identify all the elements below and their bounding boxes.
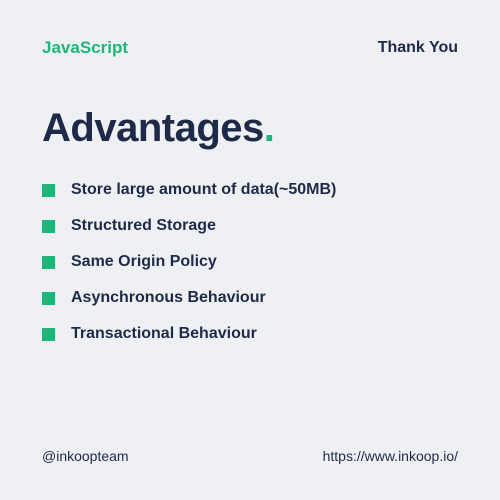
social-handle: @inkoopteam xyxy=(42,448,129,464)
square-bullet-icon xyxy=(42,256,55,269)
list-item-text: Asynchronous Behaviour xyxy=(71,289,266,307)
header: JavaScript Thank You xyxy=(42,38,458,58)
square-bullet-icon xyxy=(42,184,55,197)
list-item-text: Transactional Behaviour xyxy=(71,325,257,343)
list-item: Asynchronous Behaviour xyxy=(42,289,458,307)
list-item-text: Structured Storage xyxy=(71,217,216,235)
list-item-text: Store large amount of data(~50MB) xyxy=(71,181,336,199)
thanks-label: Thank You xyxy=(378,39,458,57)
list-item: Structured Storage xyxy=(42,217,458,235)
square-bullet-icon xyxy=(42,292,55,305)
footer: @inkoopteam https://www.inkoop.io/ xyxy=(42,448,458,464)
title-accent-dot: . xyxy=(264,106,275,150)
list-item: Same Origin Policy xyxy=(42,253,458,271)
square-bullet-icon xyxy=(42,220,55,233)
advantages-list: Store large amount of data(~50MB) Struct… xyxy=(42,181,458,343)
list-item: Store large amount of data(~50MB) xyxy=(42,181,458,199)
list-item-text: Same Origin Policy xyxy=(71,253,217,271)
title-section: Advantages. xyxy=(42,106,458,151)
list-item: Transactional Behaviour xyxy=(42,325,458,343)
website-url: https://www.inkoop.io/ xyxy=(323,448,458,464)
page-title: Advantages xyxy=(42,106,264,150)
brand-label: JavaScript xyxy=(42,38,128,58)
square-bullet-icon xyxy=(42,328,55,341)
